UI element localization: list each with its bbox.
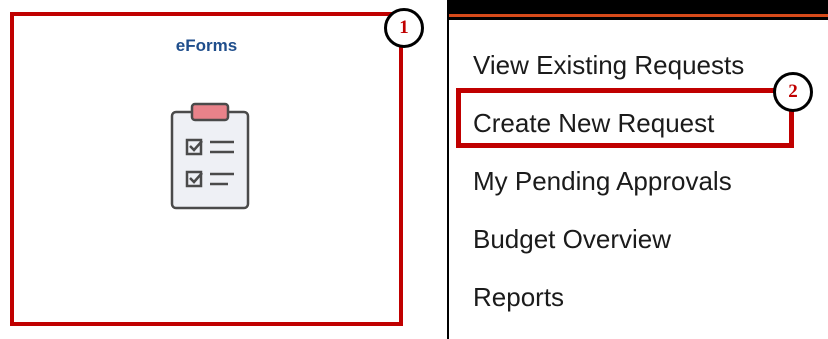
- clipboard-checklist-icon: [170, 102, 250, 210]
- menu-item-reports[interactable]: Reports: [473, 277, 744, 335]
- menu-topbar: [449, 0, 828, 20]
- tile-title: eForms: [175, 36, 238, 55]
- menu-item-my-pending-approvals[interactable]: My Pending Approvals: [473, 161, 744, 219]
- step-1-callout: 1: [384, 8, 424, 48]
- menu-item-budget-overview[interactable]: Budget Overview: [473, 219, 744, 277]
- menu-panel: View Existing Requests Create New Reques…: [447, 0, 828, 339]
- eforms-tile[interactable]: eForms: [10, 12, 403, 326]
- menu-topbar-accent: [449, 14, 828, 17]
- step-2-callout: 2: [773, 72, 813, 112]
- create-request-highlight: [456, 88, 794, 148]
